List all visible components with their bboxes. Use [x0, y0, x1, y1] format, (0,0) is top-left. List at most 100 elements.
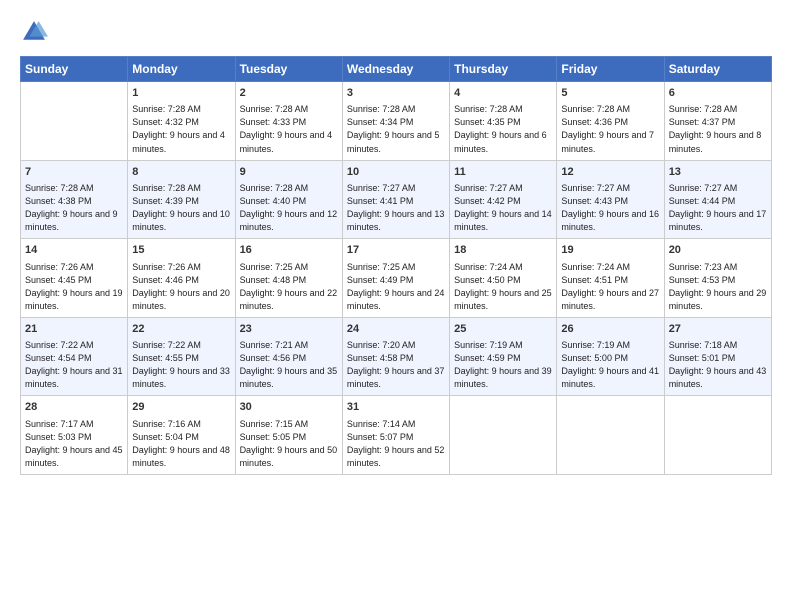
- day-number: 24: [347, 322, 445, 337]
- sunset-text: Sunset: 5:04 PM: [132, 431, 230, 444]
- sunrise-text: Sunrise: 7:20 AM: [347, 339, 445, 352]
- calendar-body: 1Sunrise: 7:28 AMSunset: 4:32 PMDaylight…: [21, 82, 772, 475]
- header-row: SundayMondayTuesdayWednesdayThursdayFrid…: [21, 57, 772, 82]
- day-number: 21: [25, 322, 123, 337]
- sunset-text: Sunset: 4:38 PM: [25, 195, 123, 208]
- sunrise-text: Sunrise: 7:28 AM: [240, 182, 338, 195]
- day-content: Sunrise: 7:22 AMSunset: 4:54 PMDaylight:…: [25, 339, 123, 391]
- sunset-text: Sunset: 5:05 PM: [240, 431, 338, 444]
- sunrise-text: Sunrise: 7:27 AM: [669, 182, 767, 195]
- daylight-text: Daylight: 9 hours and 41 minutes.: [561, 365, 659, 391]
- calendar-cell: 29Sunrise: 7:16 AMSunset: 5:04 PMDayligh…: [128, 396, 235, 475]
- day-content: Sunrise: 7:21 AMSunset: 4:56 PMDaylight:…: [240, 339, 338, 391]
- day-content: Sunrise: 7:20 AMSunset: 4:58 PMDaylight:…: [347, 339, 445, 391]
- daylight-text: Daylight: 9 hours and 48 minutes.: [132, 444, 230, 470]
- sunset-text: Sunset: 4:42 PM: [454, 195, 552, 208]
- daylight-text: Daylight: 9 hours and 37 minutes.: [347, 365, 445, 391]
- calendar-cell: 21 Sunrise: 7:22 AMSunset: 4:54 PMDayligh…: [21, 317, 128, 396]
- calendar-cell: 23 Sunrise: 7:21 AMSunset: 4:56 PMDayligh…: [235, 317, 342, 396]
- sunset-text: Sunset: 4:53 PM: [669, 274, 767, 287]
- table-header: SundayMondayTuesdayWednesdayThursdayFrid…: [21, 57, 772, 82]
- day-number: 8: [132, 165, 230, 180]
- day-number: 31: [347, 400, 445, 415]
- day-content: Sunrise: 7:27 AMSunset: 4:43 PMDaylight:…: [561, 182, 659, 234]
- sunset-text: Sunset: 4:35 PM: [454, 116, 552, 129]
- sunset-text: Sunset: 4:43 PM: [561, 195, 659, 208]
- sunset-text: Sunset: 5:07 PM: [347, 431, 445, 444]
- day-number: 6: [669, 86, 767, 101]
- sunset-text: Sunset: 4:36 PM: [561, 116, 659, 129]
- sunset-text: Sunset: 4:34 PM: [347, 116, 445, 129]
- day-number: 27: [669, 322, 767, 337]
- calendar-cell: [21, 82, 128, 161]
- sunset-text: Sunset: 4:59 PM: [454, 352, 552, 365]
- header: [20, 18, 772, 46]
- day-number: 23: [240, 322, 338, 337]
- sunrise-text: Sunrise: 7:27 AM: [454, 182, 552, 195]
- day-content: Sunrise: 7:24 AMSunset: 4:50 PMDaylight:…: [454, 261, 552, 313]
- sunrise-text: Sunrise: 7:28 AM: [454, 103, 552, 116]
- calendar-cell: 27Sunrise: 7:18 AMSunset: 5:01 PMDayligh…: [664, 317, 771, 396]
- day-content: Sunrise: 7:28 AMSunset: 4:39 PMDaylight:…: [132, 182, 230, 234]
- sunrise-text: Sunrise: 7:28 AM: [240, 103, 338, 116]
- calendar-cell: 14Sunrise: 7:26 AMSunset: 4:45 PMDayligh…: [21, 239, 128, 318]
- sunset-text: Sunset: 4:40 PM: [240, 195, 338, 208]
- sunset-text: Sunset: 4:37 PM: [669, 116, 767, 129]
- sunrise-text: Sunrise: 7:26 AM: [132, 261, 230, 274]
- header-cell-friday: Friday: [557, 57, 664, 82]
- sunset-text: Sunset: 4:33 PM: [240, 116, 338, 129]
- day-content: Sunrise: 7:14 AMSunset: 5:07 PMDaylight:…: [347, 418, 445, 470]
- sunset-text: Sunset: 4:54 PM: [25, 352, 123, 365]
- daylight-text: Daylight: 9 hours and 10 minutes.: [132, 208, 230, 234]
- day-content: Sunrise: 7:28 AMSunset: 4:36 PMDaylight:…: [561, 103, 659, 155]
- week-row-1: 1Sunrise: 7:28 AMSunset: 4:32 PMDaylight…: [21, 82, 772, 161]
- sunrise-text: Sunrise: 7:17 AM: [25, 418, 123, 431]
- daylight-text: Daylight: 9 hours and 4 minutes.: [132, 129, 230, 155]
- day-number: 3: [347, 86, 445, 101]
- daylight-text: Daylight: 9 hours and 5 minutes.: [347, 129, 445, 155]
- daylight-text: Daylight: 9 hours and 22 minutes.: [240, 287, 338, 313]
- sunrise-text: Sunrise: 7:19 AM: [561, 339, 659, 352]
- daylight-text: Daylight: 9 hours and 19 minutes.: [25, 287, 123, 313]
- sunrise-text: Sunrise: 7:28 AM: [669, 103, 767, 116]
- sunset-text: Sunset: 4:49 PM: [347, 274, 445, 287]
- daylight-text: Daylight: 9 hours and 35 minutes.: [240, 365, 338, 391]
- daylight-text: Daylight: 9 hours and 45 minutes.: [25, 444, 123, 470]
- daylight-text: Daylight: 9 hours and 39 minutes.: [454, 365, 552, 391]
- daylight-text: Daylight: 9 hours and 6 minutes.: [454, 129, 552, 155]
- sunrise-text: Sunrise: 7:14 AM: [347, 418, 445, 431]
- sunrise-text: Sunrise: 7:28 AM: [347, 103, 445, 116]
- sunrise-text: Sunrise: 7:24 AM: [561, 261, 659, 274]
- day-content: Sunrise: 7:16 AMSunset: 5:04 PMDaylight:…: [132, 418, 230, 470]
- calendar-cell: 28Sunrise: 7:17 AMSunset: 5:03 PMDayligh…: [21, 396, 128, 475]
- calendar-cell: 30Sunrise: 7:15 AMSunset: 5:05 PMDayligh…: [235, 396, 342, 475]
- sunrise-text: Sunrise: 7:22 AM: [132, 339, 230, 352]
- logo-icon: [20, 18, 48, 46]
- day-number: 30: [240, 400, 338, 415]
- calendar-cell: 25Sunrise: 7:19 AMSunset: 4:59 PMDayligh…: [450, 317, 557, 396]
- day-content: Sunrise: 7:28 AMSunset: 4:34 PMDaylight:…: [347, 103, 445, 155]
- daylight-text: Daylight: 9 hours and 24 minutes.: [347, 287, 445, 313]
- calendar-cell: 26Sunrise: 7:19 AMSunset: 5:00 PMDayligh…: [557, 317, 664, 396]
- day-number: 2: [240, 86, 338, 101]
- day-number: 28: [25, 400, 123, 415]
- calendar-cell: [557, 396, 664, 475]
- sunrise-text: Sunrise: 7:28 AM: [25, 182, 123, 195]
- week-row-5: 28Sunrise: 7:17 AMSunset: 5:03 PMDayligh…: [21, 396, 772, 475]
- calendar-cell: [664, 396, 771, 475]
- daylight-text: Daylight: 9 hours and 31 minutes.: [25, 365, 123, 391]
- calendar-cell: 9Sunrise: 7:28 AMSunset: 4:40 PMDaylight…: [235, 160, 342, 239]
- day-number: 17: [347, 243, 445, 258]
- header-cell-monday: Monday: [128, 57, 235, 82]
- day-number: 1: [132, 86, 230, 101]
- daylight-text: Daylight: 9 hours and 33 minutes.: [132, 365, 230, 391]
- day-content: Sunrise: 7:25 AMSunset: 4:48 PMDaylight:…: [240, 261, 338, 313]
- logo: [20, 18, 52, 46]
- sunrise-text: Sunrise: 7:27 AM: [561, 182, 659, 195]
- week-row-3: 14Sunrise: 7:26 AMSunset: 4:45 PMDayligh…: [21, 239, 772, 318]
- header-cell-thursday: Thursday: [450, 57, 557, 82]
- calendar-cell: 1Sunrise: 7:28 AMSunset: 4:32 PMDaylight…: [128, 82, 235, 161]
- calendar-cell: 2Sunrise: 7:28 AMSunset: 4:33 PMDaylight…: [235, 82, 342, 161]
- calendar-cell: 13Sunrise: 7:27 AMSunset: 4:44 PMDayligh…: [664, 160, 771, 239]
- sunrise-text: Sunrise: 7:15 AM: [240, 418, 338, 431]
